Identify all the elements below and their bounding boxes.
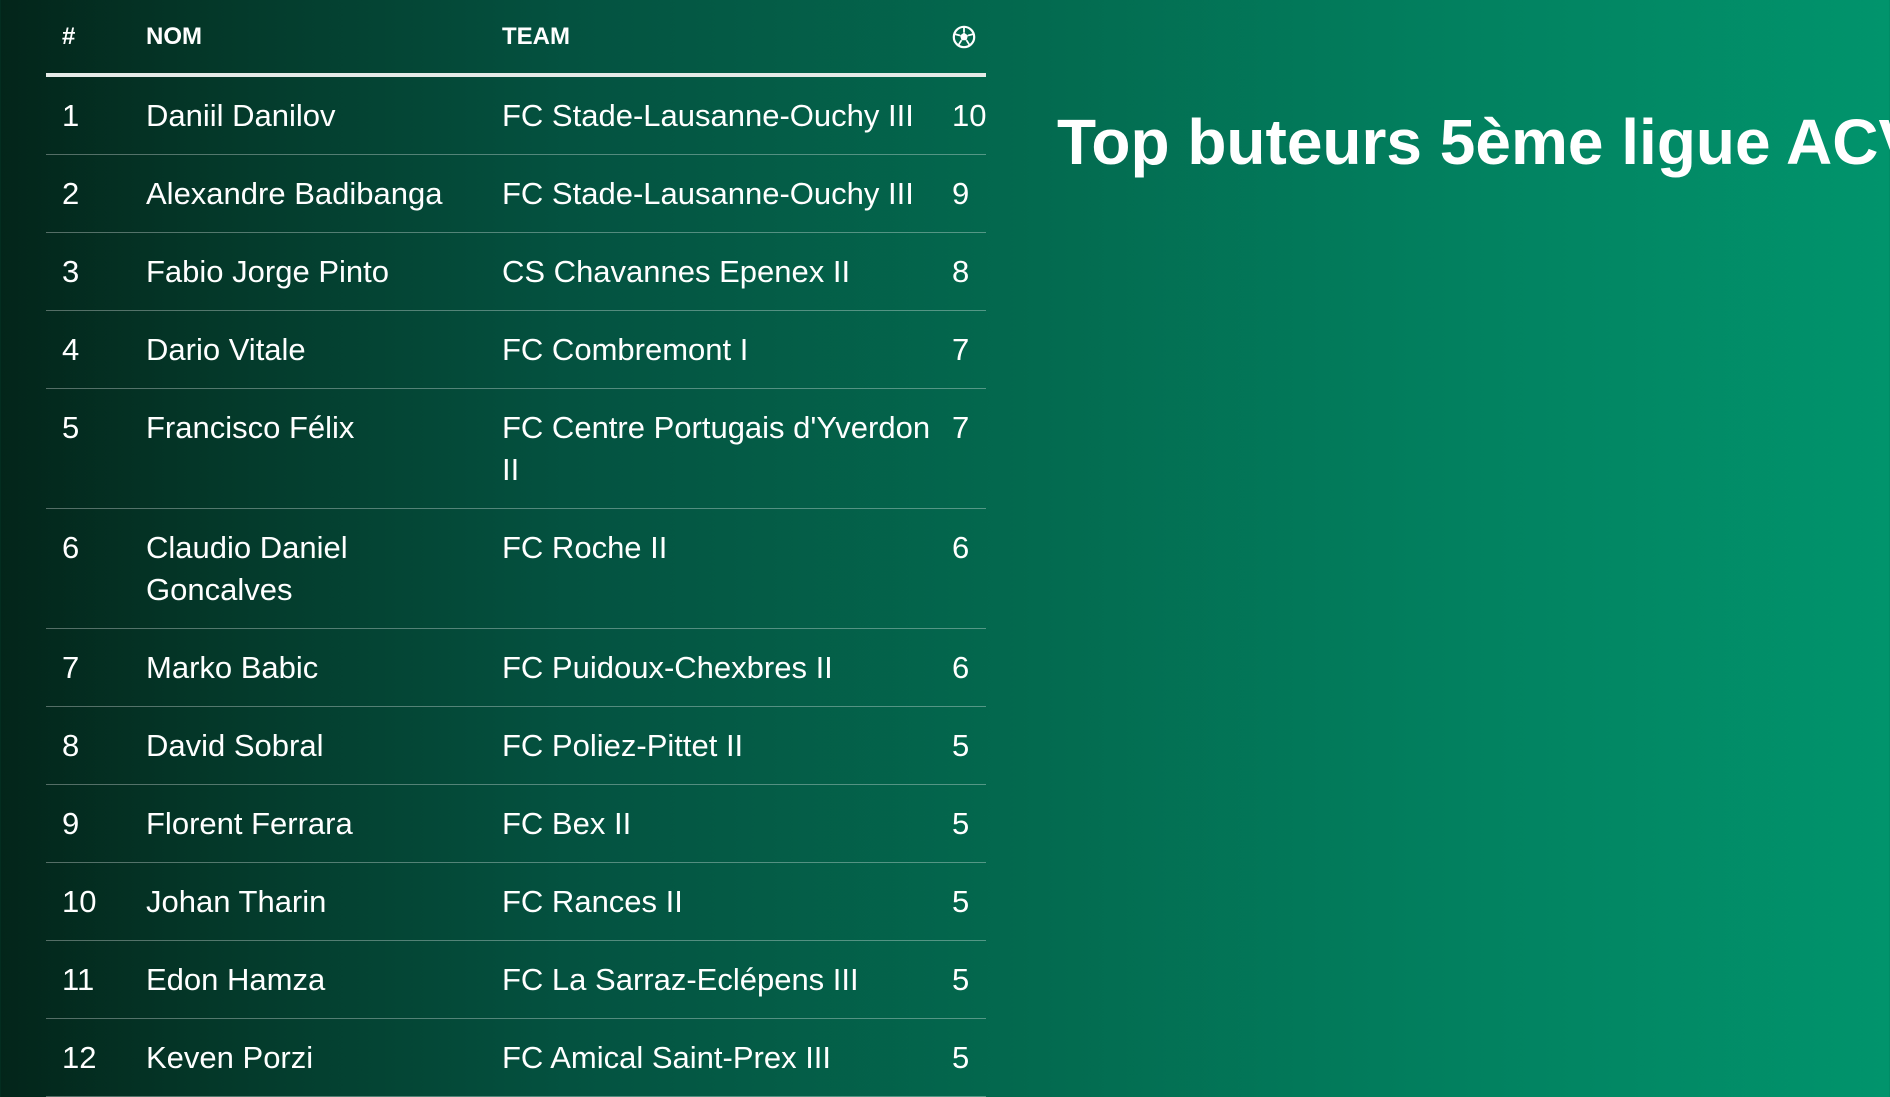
rank-cell: 6 bbox=[46, 508, 130, 629]
player-name-cell: Fabio Jorge Pinto bbox=[130, 232, 486, 311]
rank-cell: 11 bbox=[46, 940, 130, 1019]
column-header-team: TEAM bbox=[486, 0, 936, 77]
column-header-rank: # bbox=[46, 0, 130, 77]
player-name-cell: Claudio Daniel Goncalves bbox=[130, 508, 486, 629]
goals-cell: 5 bbox=[936, 862, 986, 941]
soccer-ball-icon bbox=[952, 25, 976, 49]
column-header-name: NOM bbox=[130, 0, 486, 77]
goals-cell: 7 bbox=[936, 388, 986, 509]
rank-cell: 3 bbox=[46, 232, 130, 311]
team-cell: FC Roche II bbox=[486, 508, 936, 629]
team-cell: FC Bex II bbox=[486, 784, 936, 863]
team-cell: FC Poliez-Pittet II bbox=[486, 706, 936, 785]
rank-cell: 9 bbox=[46, 784, 130, 863]
player-name-cell: Dario Vitale bbox=[130, 310, 486, 389]
rank-cell: 8 bbox=[46, 706, 130, 785]
goals-cell: 10 bbox=[936, 75, 986, 155]
rank-cell: 5 bbox=[46, 388, 130, 509]
goals-cell: 5 bbox=[936, 784, 986, 863]
table-row: 4 Dario Vitale FC Combremont I7 bbox=[46, 310, 986, 389]
team-cell: FC Amical Saint-Prex III bbox=[486, 1018, 936, 1097]
rank-cell: 4 bbox=[46, 310, 130, 389]
goals-cell: 9 bbox=[936, 154, 986, 233]
team-cell: CS Chavannes Epenex II bbox=[486, 232, 936, 311]
player-name-cell: Edon Hamza bbox=[130, 940, 486, 1019]
goals-cell: 5 bbox=[936, 1018, 986, 1097]
table-header: # NOM TEAM bbox=[46, 0, 986, 77]
goals-cell: 7 bbox=[936, 310, 986, 389]
player-name-cell: Keven Porzi bbox=[130, 1018, 486, 1097]
table-row: 7 Marko Babic FC Puidoux-Chexbres II 6 bbox=[46, 628, 986, 707]
rank-cell: 10 bbox=[46, 862, 130, 941]
team-cell: FC Puidoux-Chexbres II bbox=[486, 628, 936, 707]
player-name-cell: Alexandre Badibanga bbox=[130, 154, 486, 233]
header-row: # NOM TEAM bbox=[46, 0, 986, 77]
table-row: 9 Florent Ferrara FC Bex II 5 bbox=[46, 784, 986, 863]
team-cell: FC Centre Portugais d'Yverdon II bbox=[486, 388, 936, 509]
table-row: 5 Francisco Félix FC Centre Portugais d'Yv… bbox=[46, 388, 986, 509]
player-name-cell: Daniil Danilov bbox=[130, 75, 486, 155]
player-name-cell: Francisco Félix bbox=[130, 388, 486, 509]
player-name-cell: Johan Tharin bbox=[130, 862, 486, 941]
table-row: 6 Claudio Daniel Goncalves FC Roche II 6 bbox=[46, 508, 986, 629]
table-row: 10 Johan Tharin FC Rances II 5 bbox=[46, 862, 986, 941]
page-title: Top buteurs 5ème ligue ACVF bbox=[1057, 106, 1890, 178]
goals-cell: 6 bbox=[936, 508, 986, 629]
goals-cell: 8 bbox=[936, 232, 986, 311]
rank-cell: 7 bbox=[46, 628, 130, 707]
scorers-table: # NOM TEAM 1 Daniil Danilov FC Stade-Lausa… bbox=[46, 0, 986, 1097]
table-row: 3 Fabio Jorge Pinto CS Chavannes Epenex II… bbox=[46, 232, 986, 311]
team-cell: FC Combremont I bbox=[486, 310, 936, 389]
rank-cell: 1 bbox=[46, 75, 130, 155]
table-row: 2 Alexandre Badibanga FC Stade-Lausanne-Ou… bbox=[46, 154, 986, 233]
team-cell: FC Stade-Lausanne-Ouchy III bbox=[486, 154, 936, 233]
rank-cell: 2 bbox=[46, 154, 130, 233]
goals-cell: 6 bbox=[936, 628, 986, 707]
player-name-cell: Florent Ferrara bbox=[130, 784, 486, 863]
table-row: 12 Keven Porzi FC Amical Saint-Prex III 5 bbox=[46, 1018, 986, 1097]
team-cell: FC Stade-Lausanne-Ouchy III bbox=[486, 75, 936, 155]
player-name-cell: David Sobral bbox=[130, 706, 486, 785]
scorers-table-container: # NOM TEAM 1 Daniil Danilov FC Stade-Lausa… bbox=[46, 0, 986, 1097]
team-cell: FC Rances II bbox=[486, 862, 936, 941]
table-body: 1 Daniil Danilov FC Stade-Lausanne-Ouchy I… bbox=[46, 75, 986, 1097]
table-row: 11 Edon Hamza FC La Sarraz-Eclépens III 5 bbox=[46, 940, 986, 1019]
table-row: 1 Daniil Danilov FC Stade-Lausanne-Ouchy I… bbox=[46, 75, 986, 155]
player-name-cell: Marko Babic bbox=[130, 628, 486, 707]
table-row: 8 David Sobral FC Poliez-Pittet II 5 bbox=[46, 706, 986, 785]
goals-cell: 5 bbox=[936, 706, 986, 785]
rank-cell: 12 bbox=[46, 1018, 130, 1097]
team-cell: FC La Sarraz-Eclépens III bbox=[486, 940, 936, 1019]
column-header-goals bbox=[936, 0, 986, 77]
goals-cell: 5 bbox=[936, 940, 986, 1019]
